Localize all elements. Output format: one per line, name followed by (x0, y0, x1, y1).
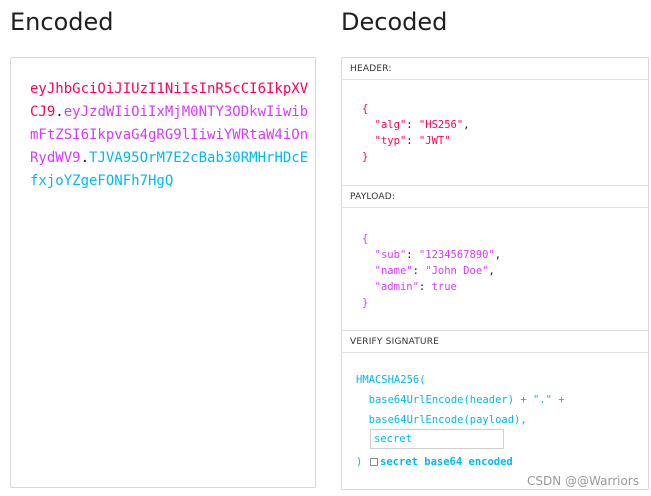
header-section-label: HEADER: (342, 58, 648, 80)
secret-base64-label[interactable]: secret base64 encoded (380, 453, 513, 471)
header-close-brace: } (362, 151, 369, 163)
signature-line-3: base64UrlEncode(payload), (356, 414, 527, 426)
header-alg-key: "alg" (374, 119, 407, 131)
payload-sub-value: "1234567890" (418, 249, 495, 261)
signature-line-2: base64UrlEncode(header) + "." + (356, 394, 565, 406)
signature-close-paren: ) (356, 456, 363, 468)
payload-name-key: "name" (374, 265, 413, 277)
header-open-brace: { (362, 103, 369, 115)
payload-section-label: PAYLOAD: (342, 186, 648, 208)
payload-sub-key: "sub" (374, 249, 407, 261)
payload-open-brace: { (362, 233, 369, 245)
payload-name-value: "John Doe" (425, 265, 489, 277)
token-dot: . (80, 150, 90, 166)
payload-json[interactable]: { "sub": "1234567890", "name": "John Doe… (362, 231, 501, 311)
secret-input[interactable]: secret (370, 429, 504, 449)
decoded-title: Decoded (341, 8, 448, 36)
secret-base64-checkbox[interactable] (370, 458, 378, 466)
encoded-token-text[interactable]: eyJhbGciOiJIUzI1NiIsInR5cCI6IkpXVCJ9.eyJ… (30, 78, 315, 193)
header-typ-key: "typ" (374, 135, 407, 147)
watermark: CSDN @@Warriors (527, 474, 639, 488)
header-alg-value: "HS256" (418, 119, 464, 131)
header-typ-value: "JWT" (418, 135, 451, 147)
decoded-panel: HEADER: { "alg": "HS256", "typ": "JWT" }… (341, 57, 649, 490)
payload-close-brace: } (362, 297, 369, 309)
payload-admin-key: "admin" (374, 281, 419, 293)
signature-section-label: VERIFY SIGNATURE (342, 331, 648, 353)
payload-admin-value: true (431, 281, 457, 293)
signature-line-1: HMACSHA256( (356, 374, 426, 386)
encoded-token-panel[interactable]: eyJhbGciOiJIUzI1NiIsInR5cCI6IkpXVCJ9.eyJ… (10, 57, 316, 488)
encoded-title: Encoded (10, 8, 114, 36)
token-dot: . (55, 104, 64, 120)
header-json[interactable]: { "alg": "HS256", "typ": "JWT" } (362, 101, 470, 165)
